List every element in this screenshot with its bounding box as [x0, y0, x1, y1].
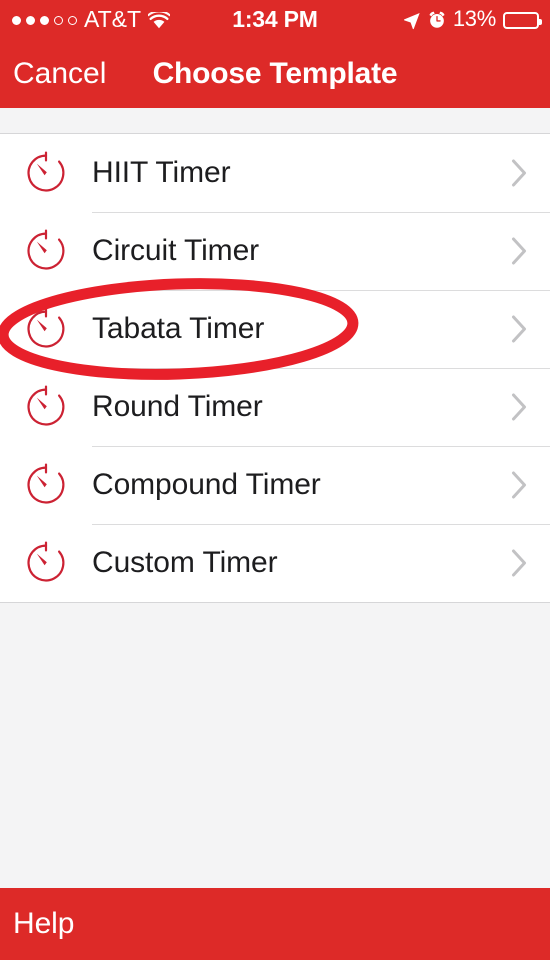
chevron-right-icon[interactable] [500, 393, 550, 421]
list-item-label: Tabata Timer [92, 312, 265, 345]
cancel-button[interactable]: Cancel [13, 40, 106, 108]
chevron-right-icon[interactable] [500, 549, 550, 577]
help-bar[interactable]: Help [0, 888, 550, 960]
template-list: HIIT Timer Circuit Timer Tabata Timer Ro… [0, 133, 550, 603]
battery-percent-label: 13% [452, 6, 496, 31]
list-item-label: Custom Timer [92, 546, 278, 579]
list-item-circuit-timer[interactable]: Circuit Timer [0, 212, 550, 290]
status-bar-right: 13% [402, 0, 542, 40]
stopwatch-icon [0, 462, 92, 508]
list-item-hiit-timer[interactable]: HIIT Timer [0, 134, 550, 212]
stopwatch-icon [0, 150, 92, 196]
chevron-right-icon[interactable] [500, 471, 550, 499]
list-item-custom-timer[interactable]: Custom Timer [0, 524, 550, 602]
battery-empty-icon [503, 11, 542, 29]
status-bar: AT&T 1:34 PM 13% [0, 0, 550, 40]
list-item-label: HIIT Timer [92, 156, 231, 189]
stopwatch-icon [0, 228, 92, 274]
list-item-label: Compound Timer [92, 468, 321, 501]
chevron-right-icon[interactable] [500, 237, 550, 265]
list-item-compound-timer[interactable]: Compound Timer [0, 446, 550, 524]
list-item-tabata-timer[interactable]: Tabata Timer [0, 290, 550, 368]
alarm-clock-icon [428, 11, 446, 29]
list-item-label: Round Timer [92, 390, 263, 423]
content-area: HIIT Timer Circuit Timer Tabata Timer Ro… [0, 108, 550, 888]
help-button-label: Help [13, 907, 75, 940]
stopwatch-icon [0, 306, 92, 352]
stopwatch-icon [0, 540, 92, 586]
list-item-round-timer[interactable]: Round Timer [0, 368, 550, 446]
navigation-bar: Cancel Choose Template [0, 40, 550, 108]
chevron-right-icon[interactable] [500, 159, 550, 187]
chevron-right-icon[interactable] [500, 315, 550, 343]
list-item-label: Circuit Timer [92, 234, 260, 267]
location-arrow-icon [402, 11, 421, 30]
app-screen: AT&T 1:34 PM 13% Cancel Choose Template … [0, 0, 550, 960]
stopwatch-icon [0, 384, 92, 430]
